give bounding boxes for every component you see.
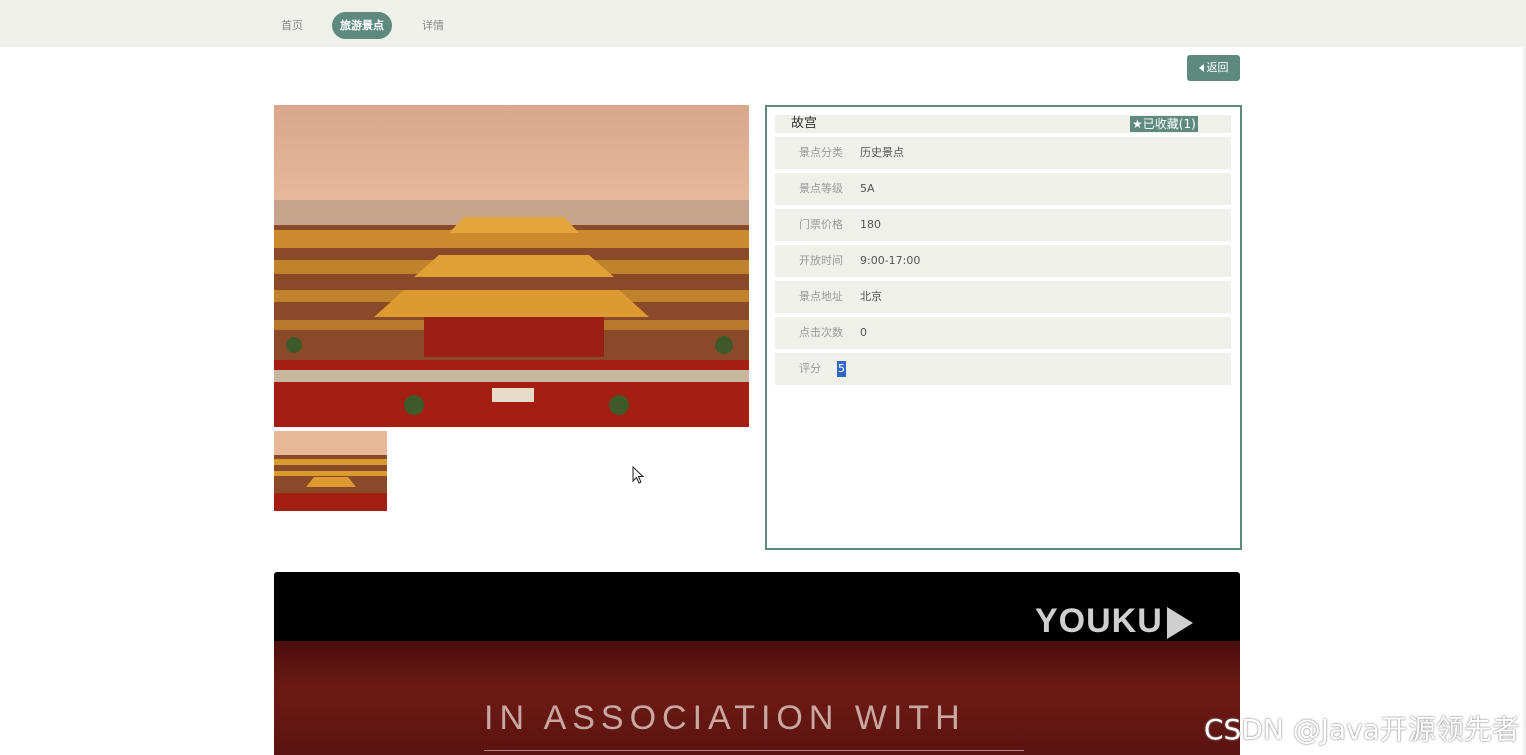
info-row-level: 景点等级 5A (775, 173, 1231, 205)
palace-photo (274, 105, 749, 427)
info-row-category: 景点分类 历史景点 (775, 137, 1231, 169)
attraction-thumbnail[interactable] (274, 431, 387, 511)
info-label: 点击次数 (799, 326, 843, 339)
top-navigation-bar: 首页 旅游景点 详情 (0, 0, 1526, 47)
info-label: 开放时间 (799, 254, 843, 267)
attraction-main-image (274, 105, 749, 427)
info-title-row: 故宫 ★已收藏(1) (775, 115, 1231, 133)
back-button-label: 返回 (1206, 61, 1229, 74)
video-caption: IN ASSOCIATION WITH (484, 699, 966, 737)
info-label: 景点分类 (799, 146, 843, 159)
caption-divider (484, 750, 1024, 751)
info-row-price: 门票价格 180 (775, 209, 1231, 241)
info-value: 5A (860, 182, 875, 195)
attraction-info-panel: 故宫 ★已收藏(1) 景点分类 历史景点 景点等级 5A 门票价格 180 开放… (765, 105, 1242, 550)
info-label: 门票价格 (799, 218, 843, 231)
info-value: 180 (860, 218, 881, 231)
info-value-selected: 5 (837, 361, 846, 377)
mouse-pointer-icon (632, 466, 644, 484)
info-row-rating: 评分 5 (775, 353, 1231, 385)
favorite-button[interactable]: ★已收藏(1) (1130, 116, 1198, 132)
info-label: 景点地址 (799, 290, 843, 303)
back-button[interactable]: 返回 (1187, 55, 1240, 81)
palace-thumbnail-photo (274, 431, 387, 511)
info-value: 9:00-17:00 (860, 254, 921, 267)
info-row-hours: 开放时间 9:00-17:00 (775, 245, 1231, 277)
star-icon: ★ (1132, 117, 1143, 131)
info-value: 0 (860, 326, 867, 339)
info-value: 历史景点 (860, 146, 904, 159)
info-label: 评分 (799, 362, 821, 375)
play-arrow-icon (1166, 607, 1193, 640)
page-right-edge (1521, 47, 1526, 755)
info-row-address: 景点地址 北京 (775, 281, 1231, 313)
attraction-title: 故宫 (791, 116, 818, 131)
favorite-label: 已收藏(1) (1142, 117, 1196, 131)
youku-logo: YOUKU (1035, 602, 1193, 641)
info-value: 北京 (860, 290, 882, 303)
breadcrumb-attractions-link[interactable]: 旅游景点 (332, 12, 392, 39)
csdn-watermark: CSDN @Java开源领先者 (1204, 713, 1520, 746)
caret-left-icon (1198, 64, 1204, 72)
video-player[interactable]: YOUKU IN ASSOCIATION WITH (274, 572, 1240, 755)
breadcrumb-home-link[interactable]: 首页 (281, 12, 303, 39)
info-label: 景点等级 (799, 182, 843, 195)
breadcrumb-detail-current: 详情 (422, 19, 444, 32)
info-row-clicks: 点击次数 0 (775, 317, 1231, 349)
